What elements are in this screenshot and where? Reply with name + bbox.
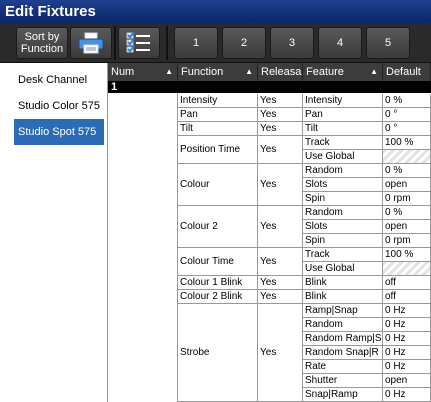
release-cell[interactable]: Yes bbox=[258, 108, 303, 122]
feature-cell[interactable]: Random Snap|R bbox=[303, 346, 383, 360]
default-cell[interactable]: 100 % bbox=[383, 248, 431, 262]
sort-arrow-icon: ▲ bbox=[245, 67, 253, 76]
column-header-feature[interactable]: Feature ▲ bbox=[303, 63, 383, 81]
default-cell[interactable]: open bbox=[383, 374, 431, 388]
column-header-function[interactable]: Function ▲ bbox=[178, 63, 258, 81]
toolbar-number-button[interactable]: 5 bbox=[366, 27, 410, 59]
feature-cell[interactable]: Track bbox=[303, 136, 383, 150]
function-cell[interactable]: Pan bbox=[178, 108, 258, 122]
release-cell[interactable]: Yes bbox=[258, 122, 303, 136]
printer-icon bbox=[78, 32, 104, 54]
feature-cell[interactable]: Use Global bbox=[303, 262, 383, 276]
column-header-num[interactable]: Num ▲ bbox=[108, 63, 178, 81]
default-cell[interactable]: 0 Hz bbox=[383, 332, 431, 346]
sort-by-function-button[interactable]: Sort by Function bbox=[16, 27, 68, 59]
feature-cell[interactable]: Ramp|Snap bbox=[303, 304, 383, 318]
print-button[interactable] bbox=[70, 27, 112, 59]
toolbar-number-button[interactable]: 4 bbox=[318, 27, 362, 59]
default-cell[interactable]: 0 ° bbox=[383, 122, 431, 136]
default-cell[interactable]: 0 % bbox=[383, 164, 431, 178]
function-cell[interactable]: Tilt bbox=[178, 122, 258, 136]
feature-cell[interactable]: Snap|Ramp bbox=[303, 388, 383, 402]
default-cell[interactable]: 0 rpm bbox=[383, 234, 431, 248]
release-cell[interactable]: Yes bbox=[258, 206, 303, 248]
feature-cell[interactable]: Slots bbox=[303, 220, 383, 234]
default-cell[interactable]: 0 Hz bbox=[383, 388, 431, 402]
default-cell[interactable]: open bbox=[383, 220, 431, 234]
feature-cell[interactable]: Blink bbox=[303, 290, 383, 304]
feature-cell[interactable]: Shutter bbox=[303, 374, 383, 388]
default-cell[interactable]: 0 Hz bbox=[383, 360, 431, 374]
feature-cell[interactable]: Random bbox=[303, 206, 383, 220]
feature-cell[interactable]: Track bbox=[303, 248, 383, 262]
default-cell[interactable]: 0 ° bbox=[383, 108, 431, 122]
feature-cell[interactable]: Random bbox=[303, 164, 383, 178]
feature-cell[interactable]: Blink bbox=[303, 276, 383, 290]
toolbar-number-button[interactable]: 3 bbox=[270, 27, 314, 59]
fixture-grid: Num ▲ Function ▲ Releasa Feature ▲ Default … bbox=[108, 63, 431, 402]
feature-cell[interactable]: Random bbox=[303, 318, 383, 332]
function-cell[interactable]: Colour 2 Blink bbox=[178, 290, 258, 304]
feature-cell[interactable]: Spin bbox=[303, 234, 383, 248]
fixture-type-item[interactable]: Studio Spot 575 bbox=[14, 119, 104, 145]
default-cell[interactable]: 0 Hz bbox=[383, 304, 431, 318]
select-all-button[interactable] bbox=[118, 27, 160, 59]
default-cell[interactable]: open bbox=[383, 178, 431, 192]
toolbar-number-button[interactable]: 2 bbox=[222, 27, 266, 59]
default-cell[interactable]: off bbox=[383, 290, 431, 304]
function-cell[interactable]: Colour Time bbox=[178, 248, 258, 276]
release-cell[interactable]: Yes bbox=[258, 276, 303, 290]
default-cell[interactable]: 100 % bbox=[383, 136, 431, 150]
feature-cell[interactable]: Intensity bbox=[303, 94, 383, 108]
fixture-type-list: Desk Channel Studio Color 575 Studio Spot … bbox=[0, 63, 108, 402]
default-cell[interactable]: 0 % bbox=[383, 206, 431, 220]
fixture-type-item[interactable]: Studio Color 575 bbox=[14, 93, 104, 119]
feature-cell[interactable]: Spin bbox=[303, 192, 383, 206]
sort-arrow-icon: ▲ bbox=[165, 67, 173, 76]
num-column bbox=[108, 93, 178, 402]
function-cell[interactable]: Position Time bbox=[178, 136, 258, 164]
fixture-type-item[interactable]: Desk Channel bbox=[14, 67, 104, 93]
function-cell[interactable]: Colour 1 Blink bbox=[178, 276, 258, 290]
release-cell[interactable]: Yes bbox=[258, 94, 303, 108]
function-cell[interactable]: Strobe bbox=[178, 304, 258, 402]
window-title: Edit Fixtures bbox=[0, 0, 431, 23]
fixture-number-row[interactable]: 1 bbox=[108, 81, 431, 93]
default-cell[interactable]: 0 rpm bbox=[383, 192, 431, 206]
release-cell[interactable]: Yes bbox=[258, 290, 303, 304]
checklist-icon bbox=[126, 31, 150, 53]
default-cell[interactable]: 0 Hz bbox=[383, 346, 431, 360]
feature-cell[interactable]: Pan bbox=[303, 108, 383, 122]
release-cell[interactable]: Yes bbox=[258, 136, 303, 164]
sort-arrow-icon: ▲ bbox=[370, 67, 378, 76]
toolbar: Sort by Function 12345 bbox=[0, 23, 431, 63]
release-cell[interactable]: Yes bbox=[258, 164, 303, 206]
column-header-release[interactable]: Releasa bbox=[258, 63, 303, 81]
feature-cell[interactable]: Slots bbox=[303, 178, 383, 192]
default-cell[interactable]: 0 Hz bbox=[383, 318, 431, 332]
default-cell[interactable] bbox=[383, 150, 431, 164]
function-cell[interactable]: Colour bbox=[178, 164, 258, 206]
function-cell[interactable]: Intensity bbox=[178, 94, 258, 108]
feature-cell[interactable]: Use Global bbox=[303, 150, 383, 164]
function-cell[interactable]: Colour 2 bbox=[178, 206, 258, 248]
feature-cell[interactable]: Tilt bbox=[303, 122, 383, 136]
default-cell[interactable]: off bbox=[383, 276, 431, 290]
column-header-default[interactable]: Default bbox=[383, 63, 431, 81]
feature-cell[interactable]: Rate bbox=[303, 360, 383, 374]
release-cell[interactable]: Yes bbox=[258, 304, 303, 402]
release-cell[interactable]: Yes bbox=[258, 248, 303, 276]
toolbar-number-button[interactable]: 1 bbox=[174, 27, 218, 59]
feature-cell[interactable]: Random Ramp|S bbox=[303, 332, 383, 346]
default-cell[interactable]: 0 % bbox=[383, 94, 431, 108]
default-cell[interactable] bbox=[383, 262, 431, 276]
